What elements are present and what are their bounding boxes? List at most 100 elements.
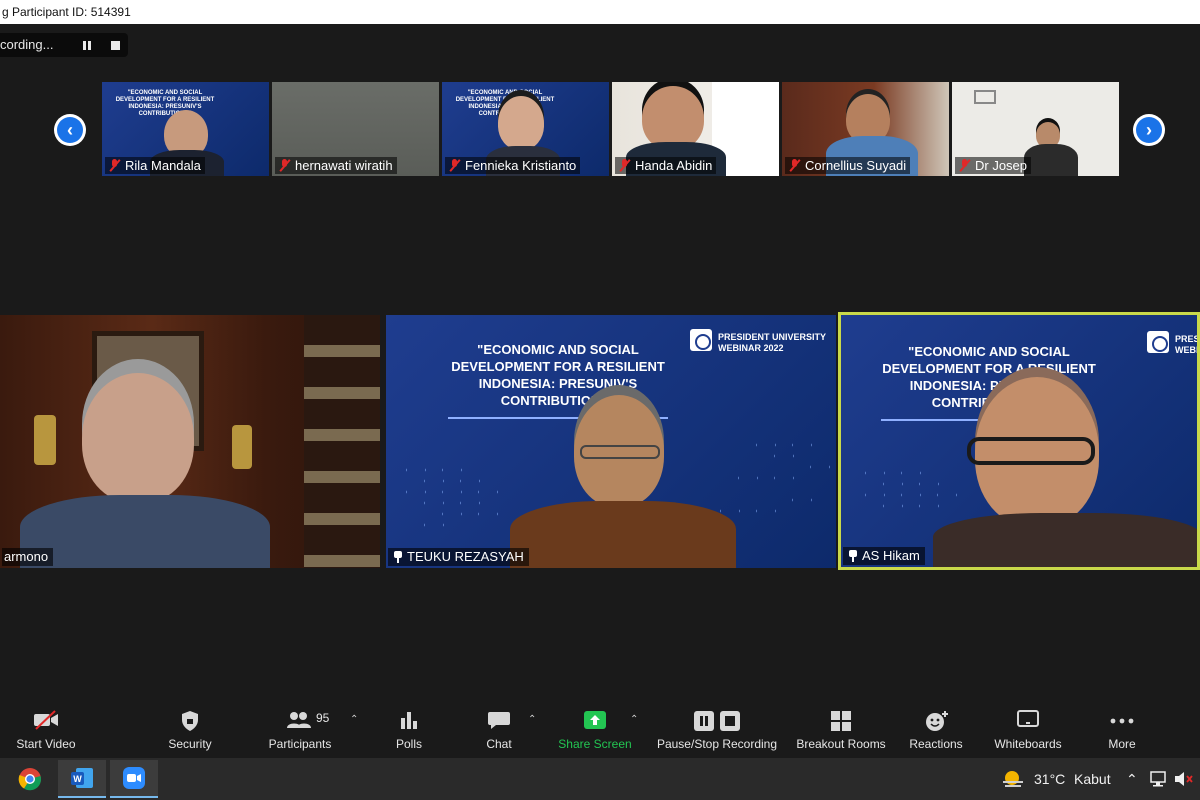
participant-nameplate: armono bbox=[2, 548, 54, 566]
reactions-button[interactable]: Reactions bbox=[904, 700, 968, 758]
slide-line: "ECONOMIC AND SOCIAL bbox=[477, 342, 639, 357]
speaker-muted-icon[interactable] bbox=[1174, 771, 1194, 787]
share-screen-button[interactable]: Share Screen bbox=[555, 700, 635, 758]
muted-mic-icon bbox=[279, 159, 291, 172]
university-brand: PRESIDENT UNIVERSITY WEBINAR 2022 bbox=[1175, 334, 1199, 356]
security-label: Security bbox=[168, 737, 212, 751]
participant-nameplate: Handa Abidin bbox=[615, 157, 717, 174]
participant-video-tile[interactable]: armono bbox=[0, 315, 380, 568]
participant-face bbox=[82, 373, 194, 503]
word-icon: W bbox=[71, 768, 93, 788]
brand-line: PRESIDENT UNIVERSITY bbox=[718, 332, 827, 342]
more-button[interactable]: More bbox=[1100, 700, 1144, 758]
participant-nameplate: Dr Josep bbox=[955, 157, 1032, 174]
gallery-prev-button[interactable]: ‹ bbox=[54, 114, 86, 146]
participant-thumbnail[interactable]: Cornellius Suyadi bbox=[782, 82, 949, 176]
muted-mic-icon bbox=[109, 159, 121, 172]
windows-taskbar: W 31°C Kabut ⌃ bbox=[0, 758, 1200, 800]
more-label: More bbox=[1108, 737, 1136, 751]
bar-chart-icon bbox=[401, 712, 417, 729]
participant-body bbox=[510, 501, 736, 568]
more-dots-icon bbox=[1110, 718, 1134, 724]
participant-body bbox=[1024, 144, 1078, 176]
participant-video-tile[interactable]: "ECONOMIC AND SOCIAL DEVELOPMENT FOR A R… bbox=[386, 315, 836, 568]
participant-thumbnail[interactable]: hernawati wiratih bbox=[272, 82, 439, 176]
participant-thumbnail[interactable]: "ECONOMIC AND SOCIAL DEVELOPMENT FOR A R… bbox=[102, 82, 269, 176]
participant-thumbnail[interactable]: Handa Abidin bbox=[612, 82, 779, 176]
bookshelf bbox=[304, 315, 380, 568]
participant-name: Fennieka Kristianto bbox=[465, 158, 577, 173]
pause-stop-recording-button[interactable]: Pause/Stop Recording bbox=[654, 700, 780, 758]
slide-title-mini: "ECONOMIC AND SOCIAL DEVELOPMENT FOR A R… bbox=[110, 90, 220, 118]
participant-name: Dr Josep bbox=[975, 158, 1028, 173]
participant-body bbox=[933, 513, 1197, 567]
participant-nameplate: Cornellius Suyadi bbox=[785, 157, 911, 174]
participant-face bbox=[498, 96, 544, 150]
gallery-next-button[interactable]: › bbox=[1133, 114, 1165, 146]
breakout-rooms-button[interactable]: Breakout Rooms bbox=[794, 700, 888, 758]
slide-title: "ECONOMIC AND SOCIAL DEVELOPMENT FOR A R… bbox=[841, 343, 1137, 411]
stop-recording-icon[interactable] bbox=[111, 41, 120, 50]
chat-options-caret-icon[interactable]: ⌃ bbox=[528, 714, 536, 725]
weather-temperature[interactable]: 31°C bbox=[1034, 758, 1065, 800]
participants-options-caret-icon[interactable]: ⌃ bbox=[350, 714, 358, 725]
pause-stop-recording-label: Pause/Stop Recording bbox=[656, 737, 778, 751]
pin-icon bbox=[393, 551, 403, 563]
tray-overflow-chevron-icon[interactable]: ⌃ bbox=[1126, 758, 1138, 800]
slide-line: INDONESIA: PRESUNIV'S bbox=[478, 376, 638, 391]
participant-body bbox=[20, 495, 270, 568]
breakout-rooms-icon bbox=[831, 711, 851, 731]
muted-mic-icon bbox=[789, 159, 801, 172]
zoom-meeting-screen: g Participant ID: 514391 cording... ‹ › … bbox=[0, 0, 1200, 800]
svg-text:W: W bbox=[73, 774, 82, 784]
university-logo bbox=[1147, 331, 1169, 353]
slide-title: "ECONOMIC AND SOCIAL DEVELOPMENT FOR A R… bbox=[386, 341, 730, 409]
chevron-left-icon: ‹ bbox=[57, 117, 83, 143]
participant-thumbnail[interactable]: Dr Josep bbox=[952, 82, 1119, 176]
participant-name: AS Hikam bbox=[862, 548, 920, 563]
chat-button[interactable]: Chat bbox=[474, 700, 524, 758]
pin-icon bbox=[848, 550, 858, 562]
whiteboard-icon bbox=[1017, 710, 1039, 727]
university-logo bbox=[690, 329, 712, 351]
participant-nameplate: Rila Mandala bbox=[105, 157, 205, 174]
chrome-icon bbox=[18, 768, 42, 791]
meeting-toolbar: Start Video Security 95 Participants ⌃ P… bbox=[0, 700, 1200, 758]
polls-button[interactable]: Polls bbox=[384, 700, 434, 758]
trophy bbox=[34, 415, 56, 465]
brand-line: PRESIDENT UNIVERSITY bbox=[1175, 334, 1199, 344]
security-button[interactable]: Security bbox=[160, 700, 220, 758]
breakout-rooms-label: Breakout Rooms bbox=[796, 737, 886, 751]
taskbar-chrome[interactable] bbox=[6, 760, 54, 798]
taskbar-word[interactable]: W bbox=[58, 760, 106, 798]
pause-recording-icon[interactable] bbox=[83, 41, 92, 50]
participant-video-tile-active-speaker[interactable]: "ECONOMIC AND SOCIAL DEVELOPMENT FOR A R… bbox=[838, 312, 1200, 570]
whiteboards-button[interactable]: Whiteboards bbox=[990, 700, 1066, 758]
polls-label: Polls bbox=[395, 737, 422, 751]
smiley-icon bbox=[926, 711, 948, 731]
chat-label: Chat bbox=[486, 737, 512, 751]
participant-name: hernawati wiratih bbox=[295, 158, 393, 173]
participant-thumbnail[interactable]: "ECONOMIC AND SOCIAL DEVELOPMENT FOR A R… bbox=[442, 82, 609, 176]
weather-description[interactable]: Kabut bbox=[1074, 758, 1111, 800]
participant-nameplate: Fennieka Kristianto bbox=[445, 157, 581, 174]
participant-nameplate: TEUKU REZASYAH bbox=[388, 548, 529, 566]
participant-name: armono bbox=[4, 549, 49, 564]
reactions-label: Reactions bbox=[909, 737, 963, 751]
trophy bbox=[232, 425, 252, 469]
shield-icon bbox=[182, 711, 198, 731]
slide-line: "ECONOMIC AND SOCIAL bbox=[467, 90, 543, 96]
participant-name: TEUKU REZASYAH bbox=[407, 549, 524, 564]
participant-name: Rila Mandala bbox=[125, 158, 201, 173]
recording-indicator: cording... bbox=[0, 33, 128, 57]
slide-line: CONTRIBUTIONS" bbox=[500, 393, 616, 408]
share-screen-options-caret-icon[interactable]: ⌃ bbox=[630, 714, 638, 725]
participants-button[interactable]: 95 Participants bbox=[262, 700, 338, 758]
taskbar-zoom[interactable] bbox=[110, 760, 158, 798]
brand-line: WEBINAR 2022 bbox=[1175, 345, 1199, 355]
slide-line: INDONESIA: PRESUNIV'S bbox=[909, 378, 1069, 393]
start-video-button[interactable]: Start Video bbox=[8, 700, 84, 758]
network-icon[interactable] bbox=[1150, 771, 1170, 787]
video-off-icon bbox=[34, 710, 58, 730]
recording-status: cording... bbox=[0, 37, 54, 52]
